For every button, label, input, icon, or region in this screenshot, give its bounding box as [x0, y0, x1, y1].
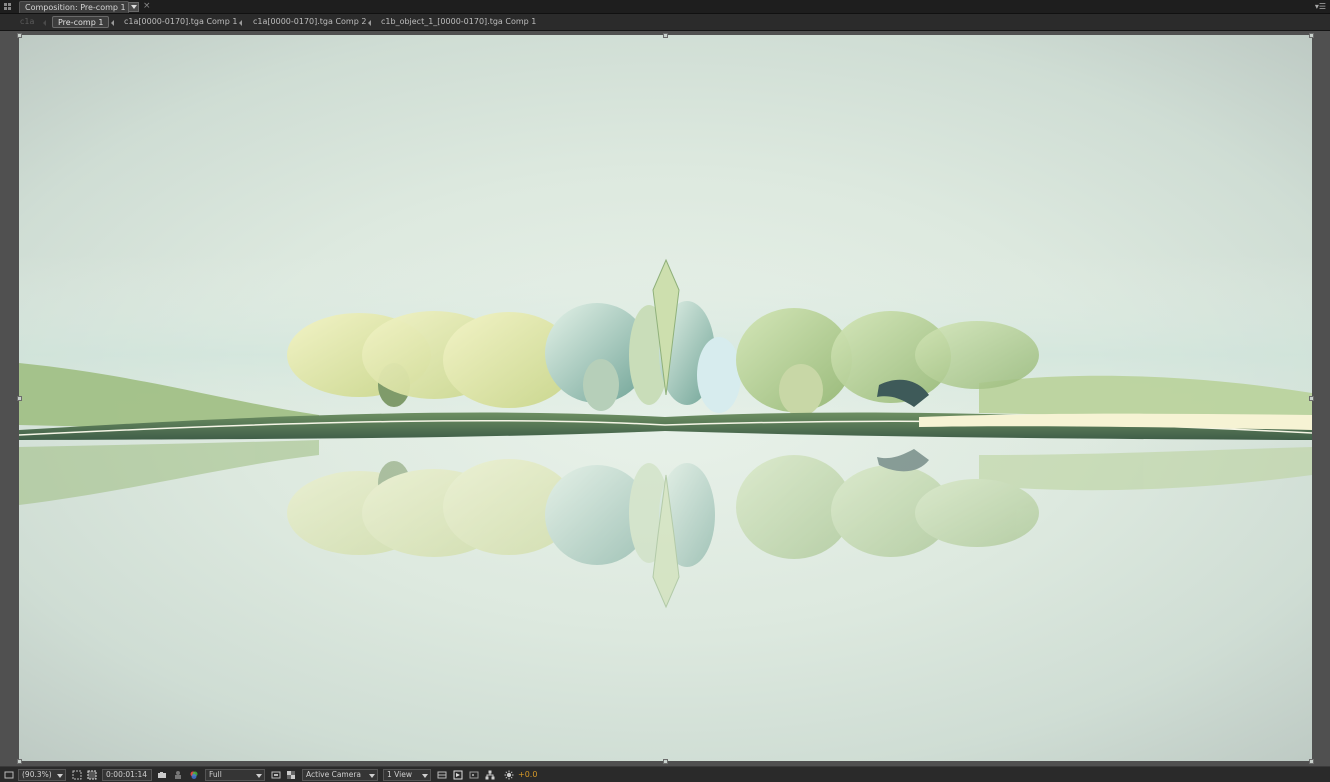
composition-frame[interactable]: [19, 35, 1312, 761]
transform-handle[interactable]: [17, 759, 22, 764]
panel-grip-icon[interactable]: [4, 3, 16, 11]
transform-handle[interactable]: [17, 33, 22, 38]
rgb-channels-icon[interactable]: [189, 770, 199, 780]
roi-icon[interactable]: [271, 770, 281, 780]
camera-icon[interactable]: [157, 770, 167, 780]
flow-arrow-icon: [368, 20, 371, 26]
exposure-value[interactable]: +0.0: [518, 770, 537, 779]
resolution-dropdown[interactable]: Full: [205, 769, 265, 781]
fast-previews-icon[interactable]: [453, 770, 463, 780]
magnification-dropdown[interactable]: (90.3%): [18, 769, 66, 781]
transform-handle[interactable]: [17, 396, 22, 401]
crumb-comp-1[interactable]: c1a[0000-0170].tga Comp 1: [124, 16, 237, 28]
panel-tab-bar: Composition: Pre-comp 1 × ▾☰: [0, 0, 1330, 14]
timecode-value: 0:00:01:14: [106, 770, 147, 779]
checkerboard-icon[interactable]: [286, 770, 296, 780]
crumb-pre-comp-1[interactable]: Pre-comp 1: [52, 16, 110, 28]
view-layout-dropdown[interactable]: 1 View: [383, 769, 431, 781]
camera-view-value: Active Camera: [306, 770, 362, 779]
viewer-toolbar: (90.3%) 0:00:01:14 Full Active Camera 1 …: [0, 766, 1330, 782]
transform-handle[interactable]: [663, 33, 668, 38]
flowchart-icon[interactable]: [485, 770, 495, 780]
rendered-scene: [19, 255, 1312, 609]
camera-view-dropdown[interactable]: Active Camera: [302, 769, 378, 781]
transform-handle[interactable]: [1309, 33, 1314, 38]
composition-menu-dropdown[interactable]: [128, 2, 139, 12]
timeline-icon[interactable]: [469, 770, 479, 780]
timeline-icon[interactable]: [437, 770, 447, 780]
close-icon[interactable]: ×: [143, 1, 151, 11]
grid-options-icon[interactable]: [72, 770, 82, 780]
composition-navigator: c1a Pre-comp 1 c1a[0000-0170].tga Comp 1…: [0, 14, 1330, 31]
current-time-display[interactable]: 0:00:01:14: [102, 769, 152, 781]
crumb-comp-2[interactable]: c1a[0000-0170].tga Comp 2: [253, 16, 366, 28]
transform-handle[interactable]: [1309, 396, 1314, 401]
crumb-object-comp-1[interactable]: c1b_object_1_[0000-0170].tga Comp 1: [381, 16, 536, 28]
tab-composition[interactable]: Composition: Pre-comp 1: [19, 1, 129, 13]
mask-toggle-icon[interactable]: [87, 770, 97, 780]
person-icon[interactable]: [173, 770, 183, 780]
flow-arrow-icon: [239, 20, 242, 26]
tab-composition-label: Composition: Pre-comp 1: [25, 3, 126, 12]
resolution-value: Full: [209, 770, 222, 779]
view-layout-value: 1 View: [387, 770, 412, 779]
transform-handle[interactable]: [1309, 759, 1314, 764]
transform-handle[interactable]: [663, 759, 668, 764]
flow-arrow-icon: [111, 20, 114, 26]
panel-menu-icon[interactable]: ▾☰: [1310, 2, 1326, 12]
crumb-c1a[interactable]: c1a: [20, 16, 34, 28]
flow-arrow-icon: [43, 20, 46, 26]
composition-viewer[interactable]: [0, 31, 1330, 766]
exposure-icon[interactable]: [504, 770, 514, 780]
monitor-icon[interactable]: [4, 770, 14, 780]
magnification-value: (90.3%): [22, 770, 52, 779]
